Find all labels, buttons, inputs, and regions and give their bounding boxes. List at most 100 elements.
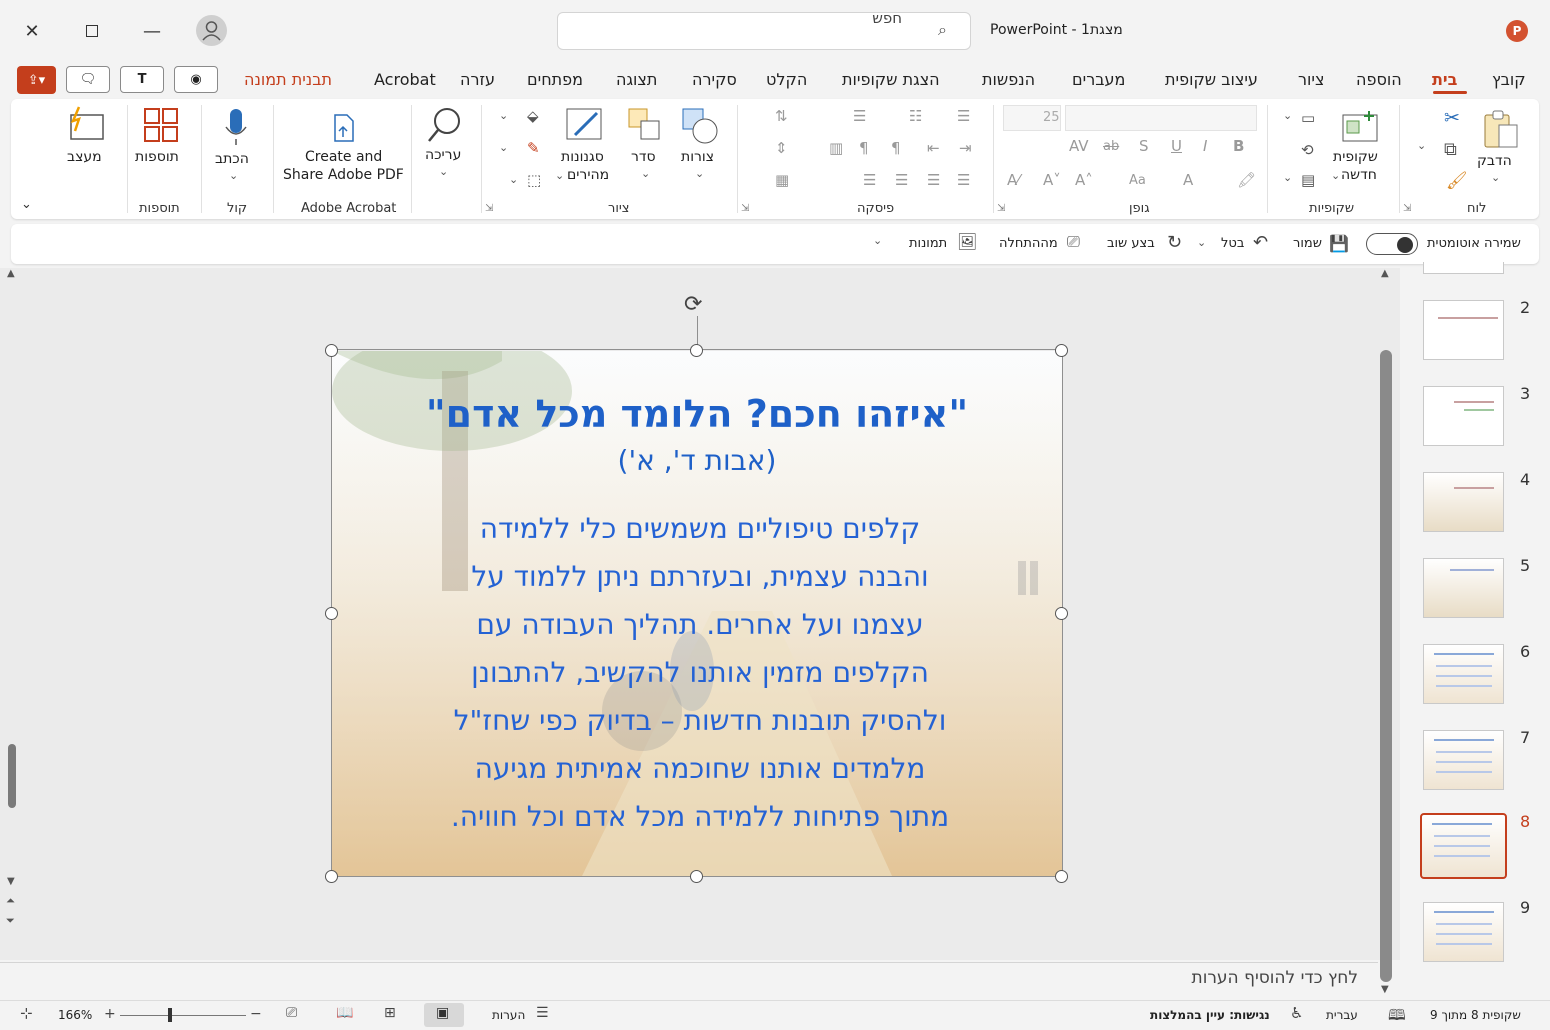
tab-help[interactable]: עזרה: [460, 70, 495, 89]
share-button[interactable]: ⇪▾: [17, 66, 56, 94]
columns-icon[interactable]: ▥: [829, 139, 843, 157]
align-right-icon[interactable]: ☰: [957, 171, 970, 189]
pictures-label[interactable]: תמונות: [909, 236, 947, 251]
highlight-icon[interactable]: 🖍: [1237, 171, 1256, 189]
minimize-button[interactable]: —: [134, 14, 170, 48]
change-case-icon[interactable]: Aa: [1129, 173, 1146, 188]
resize-handle-top-left[interactable]: [325, 344, 338, 357]
undo-icon[interactable]: ↶: [1253, 232, 1268, 253]
slide-thumbnail-partial[interactable]: [1423, 262, 1504, 274]
drawing-launcher-icon[interactable]: ⇲: [485, 203, 493, 214]
rtl-icon[interactable]: ¶: [891, 139, 901, 157]
redo-icon[interactable]: ↻: [1167, 232, 1182, 253]
dictate-dropdown-icon[interactable]: ⌄: [229, 169, 238, 182]
record-button[interactable]: ◉: [174, 66, 218, 93]
rotate-handle-icon[interactable]: ⟳: [684, 292, 702, 317]
slide-thumbnail[interactable]: [1423, 386, 1504, 446]
paragraph-launcher-icon[interactable]: ⇲: [741, 203, 749, 214]
tab-slideshow[interactable]: הצגת שקופיות: [842, 70, 940, 89]
section-icon[interactable]: ▤: [1301, 171, 1315, 189]
tab-home[interactable]: בית: [1432, 70, 1457, 89]
sort-icon[interactable]: ⇅: [775, 107, 788, 125]
undo-label[interactable]: בטל: [1221, 236, 1244, 251]
slide-title[interactable]: "איזהו חכם? הלומד מכל אדם": [332, 392, 1062, 436]
quick-styles-label-2[interactable]: מהירים: [567, 167, 609, 183]
fill-dropdown-icon[interactable]: ⌄: [499, 109, 508, 122]
zoom-slider-track[interactable]: [120, 1015, 246, 1016]
language-indicator[interactable]: עברית: [1326, 1008, 1358, 1022]
scroll-down-icon[interactable]: ▼: [7, 876, 15, 887]
slide-thumbnail[interactable]: [1423, 730, 1504, 790]
slide-body[interactable]: קלפים טיפוליים משמשים כלי ללמידה והבנה ע…: [390, 505, 1010, 841]
align-center-icon[interactable]: ☰: [927, 171, 940, 189]
slide-thumbnail-selected[interactable]: [1420, 813, 1507, 879]
arrange-dropdown-icon[interactable]: ⌄: [641, 167, 650, 180]
shapes-label[interactable]: צורות: [681, 149, 714, 165]
next-slide-icon[interactable]: ⏷: [6, 914, 15, 928]
tab-acrobat[interactable]: Acrobat: [374, 70, 436, 89]
search-box[interactable]: [557, 12, 971, 50]
bold-icon[interactable]: B: [1233, 137, 1244, 155]
decrease-indent-icon[interactable]: ⇤: [927, 139, 940, 157]
designer-label[interactable]: מעצב: [67, 149, 102, 165]
layout-icon[interactable]: ▭: [1301, 109, 1315, 127]
slide-sorter-icon[interactable]: ⊞: [384, 1005, 396, 1021]
numbering-icon[interactable]: ☷: [909, 107, 922, 125]
slideshow-view-icon[interactable]: ⎚: [286, 1005, 297, 1021]
ribbon-collapse-icon[interactable]: ⌄: [21, 197, 32, 212]
zoom-slider-thumb[interactable]: [168, 1008, 172, 1022]
acrobat-label-2[interactable]: Share Adobe PDF: [283, 167, 404, 183]
new-slide-label-1[interactable]: שקופית: [1333, 149, 1378, 165]
pictures-icon[interactable]: 🖼: [957, 232, 977, 251]
ltr-icon[interactable]: ¶: [859, 139, 869, 157]
zoom-level[interactable]: 166%: [58, 1008, 92, 1022]
reading-view-icon[interactable]: 📖: [336, 1005, 353, 1021]
resize-handle-bottom-left[interactable]: [325, 870, 338, 883]
slide-subtitle[interactable]: (אבות ד', א'): [332, 444, 1062, 477]
align-left-icon[interactable]: ☰: [895, 171, 908, 189]
notes-pane[interactable]: [0, 962, 1378, 1000]
slideshow-icon[interactable]: ⎚: [1067, 232, 1080, 252]
account-avatar[interactable]: [196, 15, 227, 46]
accessibility-status[interactable]: נגישות: עיין בהמלצות: [1150, 1008, 1270, 1022]
new-slide-label-2[interactable]: חדשה: [1341, 167, 1377, 183]
redo-label[interactable]: בצע שוב: [1107, 236, 1155, 251]
shadow-icon[interactable]: S: [1139, 137, 1149, 155]
smartart-icon[interactable]: ▦: [775, 171, 789, 189]
tab-design[interactable]: עיצוב שקופית: [1165, 70, 1258, 89]
slide-thumbnail[interactable]: [1423, 902, 1504, 962]
tab-insert[interactable]: הוספה: [1356, 70, 1402, 89]
notes-button[interactable]: הערות: [492, 1008, 525, 1022]
justify-icon[interactable]: ☰: [863, 171, 876, 189]
font-color-icon[interactable]: A: [1183, 171, 1193, 189]
vertical-scrollbar-thumb[interactable]: [8, 744, 16, 808]
resize-handle-right[interactable]: [1055, 607, 1068, 620]
thumbnails-scrollbar[interactable]: [1380, 350, 1392, 982]
resize-handle-bottom[interactable]: [690, 870, 703, 883]
tab-review[interactable]: סקירה: [692, 70, 737, 89]
underline-icon[interactable]: U: [1171, 137, 1182, 155]
font-family-select[interactable]: [1065, 105, 1257, 131]
character-spacing-icon[interactable]: AV: [1069, 137, 1089, 155]
thumbs-scroll-down-icon[interactable]: ▼: [1381, 984, 1389, 995]
undo-dropdown-icon[interactable]: ⌄: [1197, 236, 1206, 249]
shape-outline-icon[interactable]: ✎: [527, 139, 540, 157]
tab-animations[interactable]: הנפשות: [982, 70, 1035, 89]
line-spacing-icon[interactable]: ☰: [853, 107, 866, 125]
resize-handle-bottom-right[interactable]: [1055, 870, 1068, 883]
clipboard-launcher-icon[interactable]: ⇲: [1403, 203, 1411, 214]
section-dropdown-icon[interactable]: ⌄: [1283, 171, 1292, 184]
editing-dropdown-icon[interactable]: ⌄: [439, 165, 448, 178]
dictate-label[interactable]: הכתב: [215, 151, 249, 167]
increase-indent-icon[interactable]: ⇥: [959, 139, 972, 157]
tab-developer[interactable]: מפתחים: [527, 70, 583, 89]
resize-handle-top[interactable]: [690, 344, 703, 357]
notes-icon[interactable]: ☰: [536, 1005, 549, 1021]
resize-handle-left[interactable]: [325, 607, 338, 620]
shape-effects-icon[interactable]: ⬚: [527, 171, 541, 189]
search-input[interactable]: חפש: [872, 9, 902, 27]
shape-fill-icon[interactable]: ⬙: [527, 107, 539, 125]
teams-button[interactable]: T: [120, 66, 164, 93]
resize-handle-top-right[interactable]: [1055, 344, 1068, 357]
previous-slide-icon[interactable]: ⏶: [6, 894, 15, 908]
